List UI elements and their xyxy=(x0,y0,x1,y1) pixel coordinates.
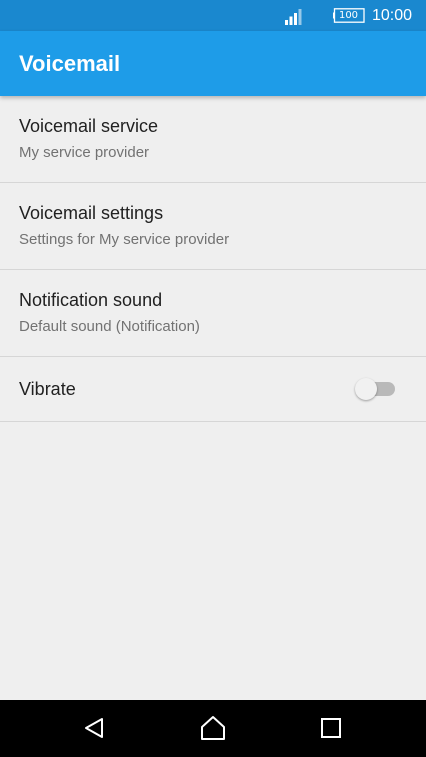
signal-icon xyxy=(285,9,302,25)
voicemail-service-item[interactable]: Voicemail service My service provider xyxy=(0,96,426,183)
recents-icon xyxy=(321,718,341,738)
settings-list: Voicemail service My service provider Vo… xyxy=(0,96,426,422)
navigation-bar xyxy=(0,700,426,757)
item-subtitle: Settings for My service provider xyxy=(19,231,230,248)
item-title: Notification sound xyxy=(19,290,163,310)
vibrate-item[interactable]: Vibrate xyxy=(0,357,426,422)
voicemail-settings-item[interactable]: Voicemail settings Settings for My servi… xyxy=(0,183,426,270)
home-button[interactable] xyxy=(199,714,227,742)
clock: 10:00 xyxy=(372,7,413,24)
recents-button[interactable] xyxy=(317,714,345,742)
notification-sound-item[interactable]: Notification sound Default sound (Notifi… xyxy=(0,270,426,357)
item-title: Voicemail settings xyxy=(19,203,164,223)
item-subtitle: Default sound (Notification) xyxy=(19,318,200,335)
item-subtitle: My service provider xyxy=(19,144,150,161)
back-button[interactable] xyxy=(81,714,109,742)
vibrate-toggle[interactable] xyxy=(355,378,397,400)
page-title: Voicemail xyxy=(19,51,121,76)
item-title: Vibrate xyxy=(19,379,76,399)
back-icon xyxy=(85,718,103,738)
app-bar: Voicemail xyxy=(0,31,426,96)
status-bar: 100 10:00 xyxy=(0,0,426,31)
item-title: Voicemail service xyxy=(19,116,159,136)
battery-level: 100 xyxy=(338,10,359,21)
toggle-thumb xyxy=(355,378,377,400)
home-icon xyxy=(201,716,225,740)
